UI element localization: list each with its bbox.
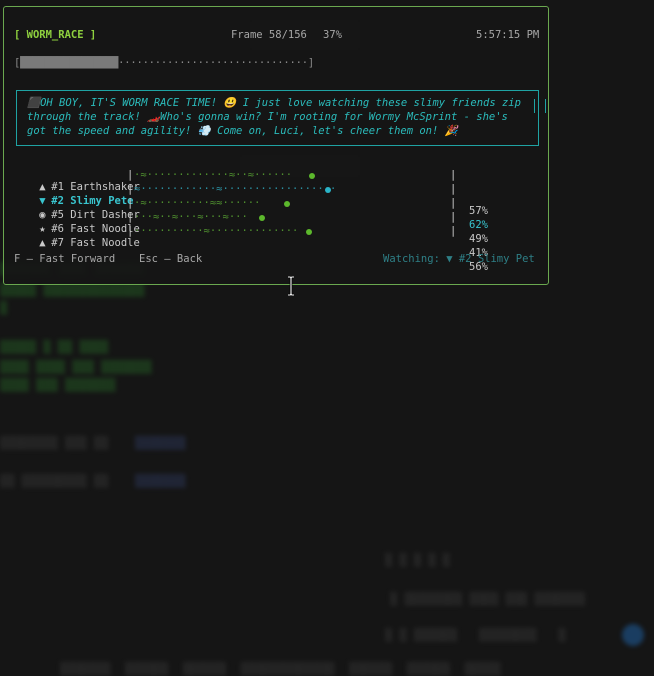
race-track: | ···≈··≈···≈···≈··· | <box>127 211 457 223</box>
worm-position-marker <box>325 187 332 193</box>
track-trail: ···········≈·············· <box>134 225 299 237</box>
page-title: [ WORM_RACE ] <box>14 29 97 41</box>
text-cursor-icon <box>288 276 294 296</box>
worm-position-marker <box>309 173 316 179</box>
progress-fill: ████████████████ <box>20 57 119 69</box>
racer-row[interactable]: ▲ #1 Earthshaker | ·≈·············≈··≈···… <box>14 169 488 217</box>
track-trail: ≈············≈·················· <box>134 183 337 195</box>
back-hint[interactable]: Esc — Back <box>139 253 202 265</box>
racer-percent: 57% <box>469 205 488 217</box>
race-track: | ·≈··········≈≈······ | <box>127 197 457 209</box>
race-track: | ≈············≈·················· | <box>127 183 457 195</box>
banner-edge <box>545 99 546 113</box>
racer-percent: 49% <box>469 233 488 245</box>
racer-row[interactable]: ★ #6 Fast Noodle | ···≈··≈···≈···≈··· | 4… <box>14 211 488 259</box>
worm-position-marker <box>259 215 266 221</box>
track-trail: ·≈·············≈··≈······ <box>134 169 293 181</box>
racer-percent: 62% <box>469 219 488 231</box>
race-progress-bar: [████████████████·······················… <box>14 57 314 69</box>
track-trail: ···≈··≈···≈···≈··· <box>134 211 248 223</box>
progress-close-bracket: ] <box>307 57 314 69</box>
worm-position-marker <box>284 201 291 207</box>
frame-percent: 37% <box>323 29 342 41</box>
worm-race-window: [ WORM_RACE ] Frame 58/156 37% 5:57:15 P… <box>3 6 549 285</box>
racer-row[interactable]: ▲ #7 Fast Noodle | ···········≈··········… <box>14 225 488 273</box>
commentary-banner: ⬛OH BOY, IT'S WORM RACE TIME! 😃 I just l… <box>16 90 539 146</box>
bg-bubble <box>622 624 644 646</box>
racer-row-selected[interactable]: ▼ #2 Slimy Pete | ≈············≈·········… <box>14 183 488 231</box>
racer-row[interactable]: ◉ #5 Dirt Dasher | ·≈··········≈≈······ |… <box>14 197 488 245</box>
worm-position-marker <box>306 229 313 235</box>
banner-edge <box>534 99 535 113</box>
race-track: | ·≈·············≈··≈······ | <box>127 169 457 181</box>
progress-empty: ······························· <box>118 57 308 69</box>
triangle-up-icon: ▲ <box>39 237 46 249</box>
race-track: | ···········≈·············· | <box>127 225 457 237</box>
watching-status: Watching: ▼ #2 Slimy Pet <box>383 253 535 265</box>
fast-forward-hint[interactable]: F — Fast Forward <box>14 253 115 265</box>
track-trail: ·≈··········≈≈······ <box>134 197 261 209</box>
frame-counter: Frame 58/156 <box>231 29 307 41</box>
clock: 5:57:15 PM <box>476 29 540 41</box>
